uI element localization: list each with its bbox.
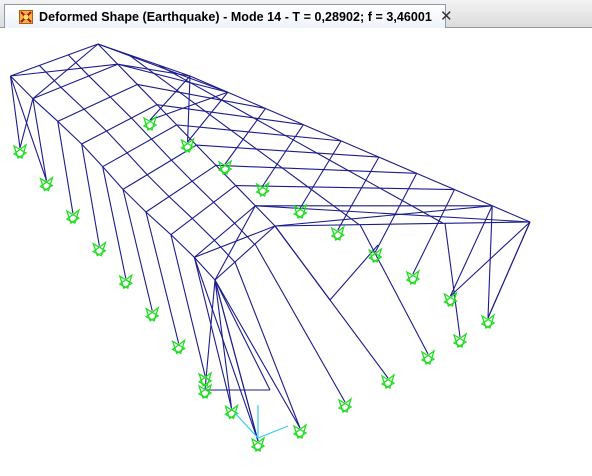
left-wall-column <box>57 121 74 214</box>
left-rafter <box>170 185 236 236</box>
left-eave-beam <box>122 188 147 213</box>
ridge-beam <box>254 205 276 227</box>
left-rafter <box>145 164 217 213</box>
roof-purlin <box>307 186 334 207</box>
deformed-shape-model[interactable] <box>0 28 592 476</box>
global-axes-triad <box>234 405 289 439</box>
tab-deformed-shape[interactable]: Deformed Shape (Earthquake) - Mode 14 - … <box>4 4 453 28</box>
roof-purlin <box>88 75 111 98</box>
gable-column <box>359 224 429 355</box>
ridge-beam <box>195 144 217 166</box>
ridge-beam <box>215 164 237 186</box>
right-eave-beam <box>227 91 266 109</box>
fixed-support-icon <box>380 373 396 389</box>
roof-purlin <box>191 218 215 241</box>
gable-column <box>254 243 346 403</box>
right-rafter <box>176 124 342 142</box>
roof-purlin <box>230 129 257 150</box>
fixed-support-icon <box>142 115 158 131</box>
roof-purlin <box>171 159 193 182</box>
fixed-support-icon <box>217 159 233 175</box>
roof-purlin <box>67 54 90 77</box>
roof-purlin <box>348 170 381 189</box>
left-eave-beam <box>145 211 172 236</box>
right-eave-beam <box>416 172 455 191</box>
roof-purlin <box>106 130 128 154</box>
right-wall-column <box>412 189 455 275</box>
close-icon[interactable]: ✕ <box>440 9 453 24</box>
roof-purlin <box>213 201 235 224</box>
roof-brace <box>214 205 256 281</box>
wall-brace <box>450 221 531 297</box>
axis-x-line <box>234 412 259 439</box>
wall-brace <box>214 279 233 409</box>
roof-purlin <box>333 205 360 226</box>
fixed-support-icon <box>255 181 270 197</box>
roof-purlin <box>256 148 283 169</box>
right-rafter <box>235 185 455 191</box>
left-wall-column <box>145 211 180 344</box>
roof-purlin <box>281 167 309 188</box>
ridge-beam <box>235 185 256 207</box>
left-wall-column <box>170 234 206 377</box>
left-eave-beam <box>102 166 124 190</box>
roof-purlin <box>191 180 215 203</box>
roof-purlin <box>146 174 170 197</box>
right-wall-column <box>299 140 342 209</box>
left-wall-column <box>122 189 153 311</box>
left-wall-column <box>32 98 47 181</box>
axis-y-line <box>257 425 289 439</box>
frame-members <box>9 43 531 442</box>
ridge-beam <box>156 104 178 126</box>
right-eave-beam <box>454 189 493 207</box>
right-rafter <box>215 164 417 174</box>
gable-brace <box>274 225 331 301</box>
left-rafter <box>102 124 177 168</box>
model-viewport[interactable] <box>0 28 592 476</box>
roof-brace <box>32 43 99 100</box>
left-wall-column <box>81 143 100 246</box>
left-eave-beam <box>170 234 195 258</box>
right-eave-beam <box>378 156 417 174</box>
right-rafter <box>117 63 228 93</box>
roof-purlin <box>60 86 85 110</box>
tab-title: Deformed Shape (Earthquake) - Mode 14 - … <box>39 9 432 24</box>
roof-purlin <box>151 138 172 161</box>
left-wall-column <box>193 257 233 409</box>
roof-purlin <box>168 196 193 219</box>
roof-brace <box>97 43 228 93</box>
roof-purlin <box>214 239 236 263</box>
document-window: Deformed Shape (Earthquake) - Mode 14 - … <box>0 0 592 476</box>
structure-app-icon <box>19 9 33 24</box>
left-wall-column <box>9 75 21 149</box>
left-wall-column <box>102 166 127 279</box>
left-rafter <box>57 83 138 122</box>
tab-bar: Deformed Shape (Earthquake) - Mode 14 - … <box>0 0 592 28</box>
roof-purlin <box>109 96 132 119</box>
roof-purlin <box>126 152 148 176</box>
gable-column <box>487 221 531 319</box>
right-rafter <box>196 144 379 158</box>
roof-purlin <box>411 205 444 224</box>
roof-brace <box>194 225 276 258</box>
wall-brace <box>19 98 34 149</box>
right-eave-beam <box>303 124 342 142</box>
right-wall-column <box>374 173 418 253</box>
roof-purlin <box>83 108 107 132</box>
